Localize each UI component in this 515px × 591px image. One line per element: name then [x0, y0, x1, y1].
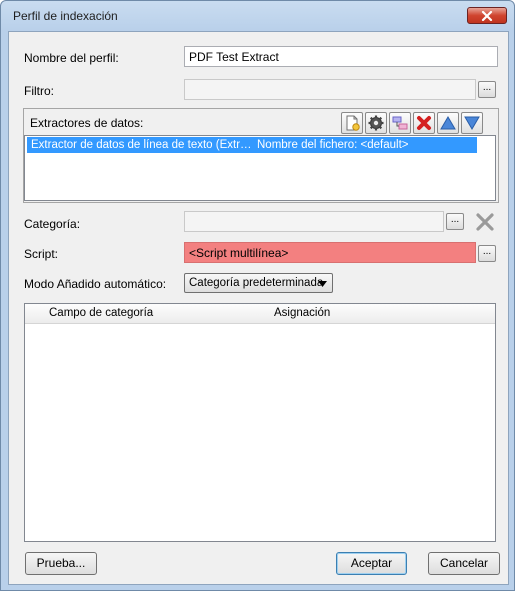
script-label: Script:	[24, 247, 59, 261]
move-down-icon	[464, 116, 480, 130]
gray-x-icon	[476, 213, 494, 231]
profile-name-label: Nombre del perfil:	[24, 51, 119, 65]
delete-extractor-button[interactable]	[413, 112, 435, 134]
extractor-name: Extractor de datos de línea de texto (Ex…	[31, 139, 252, 151]
auto-add-mode-value: Categoría predeterminada	[189, 277, 324, 289]
title-bar: Perfil de indexación	[1, 1, 514, 31]
list-item[interactable]: Extractor de datos de línea de texto (Ex…	[27, 137, 477, 153]
move-up-icon	[440, 116, 456, 130]
extractors-label: Extractores de datos:	[30, 116, 144, 130]
auto-add-label: Modo Añadido automático:	[24, 277, 167, 291]
filter-input[interactable]	[184, 79, 476, 100]
move-up-button[interactable]	[437, 112, 459, 134]
settings-extractor-button[interactable]	[365, 112, 387, 134]
indexing-profile-dialog: Perfil de indexación Nombre del perfil: …	[0, 0, 515, 591]
cancel-button[interactable]: Cancelar	[428, 552, 500, 575]
window-title: Perfil de indexación	[13, 9, 118, 23]
script-input[interactable]: <Script multilínea>	[184, 242, 476, 263]
gear-icon	[368, 115, 384, 131]
close-button[interactable]	[467, 7, 507, 24]
link-extractor-button[interactable]	[389, 112, 411, 134]
filter-label: Filtro:	[24, 84, 54, 98]
filter-browse-button[interactable]: ...	[478, 81, 496, 98]
script-browse-button[interactable]: ...	[478, 245, 496, 262]
category-label: Categoría:	[24, 217, 81, 231]
clear-category-button[interactable]	[475, 212, 495, 232]
add-extractor-button[interactable]	[341, 112, 363, 134]
link-icon	[392, 116, 408, 130]
accept-button[interactable]: Aceptar	[336, 552, 407, 575]
extractor-detail: Nombre del fichero: <default>	[257, 139, 409, 151]
column-header-category-field[interactable]: Campo de categoría	[49, 307, 153, 319]
column-header-assignment[interactable]: Asignación	[274, 307, 330, 319]
red-x-icon	[417, 116, 431, 130]
profile-name-input[interactable]: PDF Test Extract	[184, 46, 498, 67]
move-down-button[interactable]	[461, 112, 483, 134]
category-mapping-grid[interactable]: Campo de categoría Asignación	[24, 303, 496, 542]
chevron-down-icon	[318, 281, 327, 287]
auto-add-mode-select[interactable]: Categoría predeterminada	[184, 273, 333, 293]
extractors-list[interactable]: Extractor de datos de línea de texto (Ex…	[24, 135, 496, 201]
category-browse-button[interactable]: ...	[446, 213, 464, 230]
grid-header: Campo de categoría Asignación	[25, 304, 495, 324]
category-input[interactable]	[184, 211, 444, 232]
close-icon	[481, 10, 493, 22]
test-button[interactable]: Prueba...	[25, 552, 97, 575]
new-document-icon	[346, 115, 360, 131]
